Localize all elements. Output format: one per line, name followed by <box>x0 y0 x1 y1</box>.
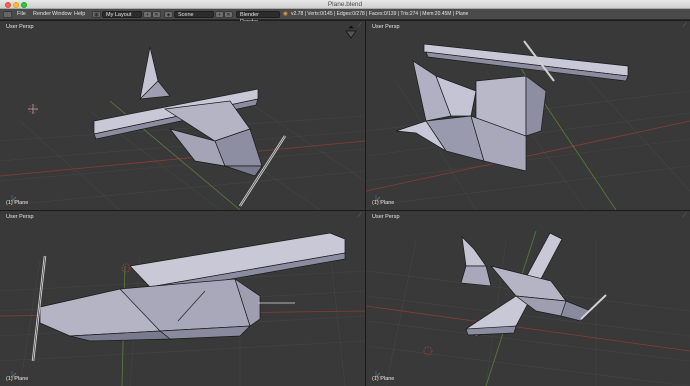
menu-render[interactable]: Render <box>33 11 51 18</box>
scene-field[interactable]: Scene <box>174 11 214 18</box>
grid-floor <box>366 240 690 386</box>
viewport-object-label: (1) Plane <box>6 200 29 206</box>
render-engine-select[interactable]: Blender Render <box>236 11 280 25</box>
area-split-handle[interactable]: ⟋ <box>681 213 688 220</box>
scene-stats: v2.78 | Verts:0/145 | Edges:0/278 | Face… <box>291 11 469 17</box>
area-split-handle[interactable]: ⟋ <box>681 23 688 30</box>
viewport-view-label: User Persp <box>6 24 34 30</box>
remove-layout-button[interactable]: ✕ <box>152 11 161 18</box>
x-axis-line <box>366 305 690 352</box>
plane-mesh <box>93 46 263 177</box>
viewport-top-right[interactable]: User Persp (1) Plane ⟋ <box>366 21 690 210</box>
area-split-handle[interactable]: ⟋ <box>356 213 363 220</box>
plane-mesh <box>39 232 346 342</box>
blender-logo-icon: ◉ <box>283 11 288 17</box>
viewport-bottom-left[interactable]: User Persp (1) Plane ⟋ <box>0 211 365 386</box>
remove-scene-button[interactable]: ✕ <box>224 11 233 18</box>
viewport-scene-top-left <box>0 25 365 210</box>
add-scene-button[interactable]: + <box>215 11 224 18</box>
viewport-scene-top-right <box>366 40 690 210</box>
menu-help[interactable]: Help <box>74 11 85 18</box>
camera-icon <box>345 25 357 39</box>
viewport-scene-bottom-left <box>0 232 365 386</box>
screen-layout-icon[interactable]: ▦ <box>92 11 101 18</box>
window-titlebar: Plane.blend <box>0 0 690 9</box>
plane-mesh <box>395 43 629 172</box>
window-title: Plane.blend <box>327 1 363 8</box>
add-layout-button[interactable]: + <box>143 11 152 18</box>
area-split-handle[interactable]: ⟋ <box>356 23 363 30</box>
propeller-blade <box>580 294 607 320</box>
viewport-view-label: User Persp <box>372 24 400 30</box>
viewport-object-label: (1) Plane <box>6 376 29 382</box>
viewport-view-label: User Persp <box>6 214 34 220</box>
scene-icon[interactable]: ◈ <box>164 11 173 18</box>
info-header: ⓘ File Render Window Help ▦ My Layout + … <box>0 9 690 25</box>
viewport-object-label: (1) Plane <box>372 376 395 382</box>
viewport-bottom-right[interactable]: User Persp (1) Plane ⟋ <box>366 211 690 386</box>
viewport-top-left[interactable]: User Persp (1) Plane ⟋ <box>0 21 365 210</box>
menu-file[interactable]: File <box>17 11 26 18</box>
editor-type-icon[interactable]: ⓘ <box>3 11 12 18</box>
menu-window[interactable]: Window <box>52 11 72 18</box>
viewport-scene-bottom-right <box>366 230 690 386</box>
plane-mesh <box>460 232 592 337</box>
viewport-view-label: User Persp <box>372 214 400 220</box>
viewport-object-label: (1) Plane <box>372 200 395 206</box>
screen-layout-field[interactable]: My Layout <box>102 11 142 18</box>
3d-cursor-icon <box>121 263 131 273</box>
